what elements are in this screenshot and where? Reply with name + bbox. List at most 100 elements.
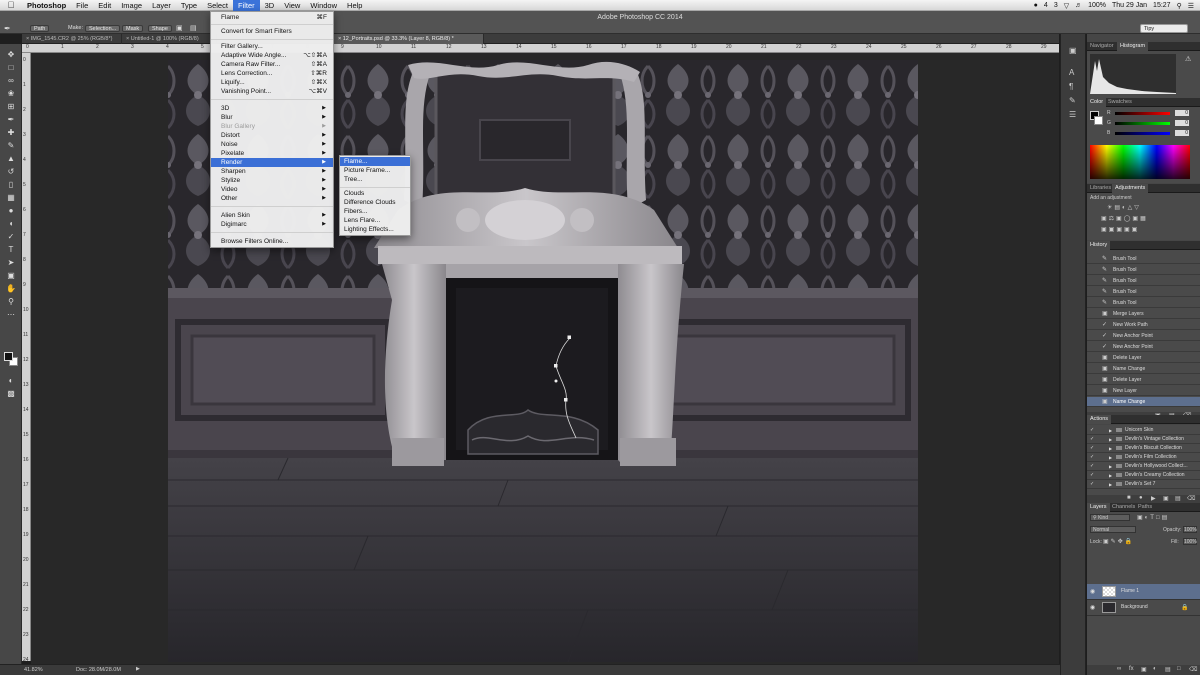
expand-icon[interactable]: ▶ — [1109, 426, 1112, 434]
render-item-lighting-effects[interactable]: Lighting Effects... — [340, 225, 410, 234]
tab-img-1545[interactable]: × IMG_1545.CR2 @ 25% (RGB/8*) — [22, 34, 122, 44]
filter-menu-item-render[interactable]: Render ▶ — [211, 158, 333, 167]
history-item[interactable]: ✓ New Anchor Point — [1087, 342, 1200, 352]
tab-untitled-1[interactable]: × Untitled-1 @ 100% (RGB/8) — [122, 34, 217, 44]
history-item[interactable]: ✎ Brush Tool — [1087, 298, 1200, 308]
hand-tool-icon[interactable]: ✋ — [4, 284, 18, 294]
render-item-fibers[interactable]: Fibers... — [340, 207, 410, 216]
history-item[interactable]: ▣ Merge Layers — [1087, 309, 1200, 319]
filter-menu-item-pixelate[interactable]: Pixelate ▶ — [211, 149, 333, 158]
filter-menu-item-video[interactable]: Video ▶ — [211, 185, 333, 194]
expand-icon[interactable]: ▶ — [1109, 462, 1112, 470]
layer-filter-select[interactable]: ⚲ Kind — [1090, 514, 1130, 521]
brush-presets-icon[interactable]: ☰ — [1069, 110, 1076, 119]
zoom-tool-icon[interactable]: ⚲ — [4, 297, 18, 307]
action-set[interactable]: ✓ ▶ Unicorn Skin — [1087, 426, 1200, 435]
fill-input[interactable]: 100% — [1183, 538, 1197, 545]
workspace-select[interactable]: Tipy — [1140, 24, 1188, 33]
action-set[interactable]: ✓ ▶ Devlin's Hollywood Collect... — [1087, 462, 1200, 471]
adjustment-icons-row-2[interactable]: ▣⚖▣◯▣▦ — [1101, 215, 1148, 222]
check-icon[interactable]: ✓ — [1090, 480, 1094, 488]
check-icon[interactable]: ✓ — [1090, 471, 1094, 479]
selection-button[interactable]: Selection... — [85, 25, 121, 32]
lock-icons[interactable]: ▣✎✥🔒 — [1103, 538, 1134, 545]
trash-icon[interactable]: ⌫ — [1189, 666, 1197, 673]
zoom-level[interactable]: 41.82% — [24, 667, 43, 673]
doc-size[interactable]: Doc: 28.0M/28.0M — [76, 667, 121, 673]
menu-app-name[interactable]: Photoshop — [22, 0, 71, 11]
new-layer-icon[interactable]: □ — [1177, 666, 1181, 672]
tab-layers[interactable]: Layers — [1087, 503, 1110, 512]
new-group-icon[interactable]: ▤ — [1165, 666, 1171, 673]
check-icon[interactable]: ✓ — [1090, 453, 1094, 461]
time[interactable]: 15:27 — [1153, 2, 1171, 9]
render-item-tree[interactable]: Tree... — [340, 175, 410, 184]
history-brush-icon[interactable]: ↺ — [4, 167, 18, 177]
color-spectrum[interactable] — [1090, 145, 1190, 179]
layer-row-background[interactable]: ◉ Background 🔒 — [1087, 600, 1200, 616]
dodge-tool-icon[interactable]: ◖ — [4, 219, 18, 229]
blur-tool-icon[interactable]: ● — [4, 206, 18, 216]
filter-menu-item-lens-correction[interactable]: Lens Correction... ⇧⌘R — [211, 69, 333, 78]
color-bg-swatch[interactable] — [1094, 116, 1103, 125]
screen-mode-icon[interactable]: ▩ — [4, 389, 18, 399]
expand-icon[interactable]: ▶ — [1109, 435, 1112, 443]
quick-selection-icon[interactable]: ❀ — [4, 89, 18, 99]
apple-icon[interactable]:  — [0, 0, 22, 10]
red-value[interactable]: 0 — [1175, 110, 1189, 116]
red-slider[interactable] — [1115, 112, 1170, 115]
history-item[interactable]: ▣ Delete Layer — [1087, 353, 1200, 363]
filter-menu-item-browse-online[interactable]: Browse Filters Online... — [211, 237, 333, 246]
history-item[interactable]: ✎ Brush Tool — [1087, 265, 1200, 275]
tab-histogram[interactable]: Histogram — [1117, 42, 1149, 51]
wifi-icon[interactable]: ▽ — [1064, 2, 1069, 10]
filter-menu-item-adaptive-wide-angle[interactable]: Adaptive Wide Angle... ⌥⇧⌘A — [211, 51, 333, 60]
mask-button[interactable]: Mask — [122, 25, 144, 32]
check-icon[interactable]: ✓ — [1090, 462, 1094, 470]
history-item-selected[interactable]: ▣ Name Change — [1087, 397, 1200, 407]
action-set[interactable]: ✓ ▶ Devlin's Creamy Collection — [1087, 471, 1200, 480]
paragraph-panel-icon[interactable]: ¶ — [1069, 82, 1073, 91]
warning-icon[interactable]: ⚠ — [1185, 55, 1191, 63]
menu-layer[interactable]: Layer — [147, 0, 176, 11]
layer-mask-icon[interactable]: ▣ — [1141, 666, 1147, 673]
layer-filter-icons[interactable]: ▣◐T□▤ — [1137, 514, 1169, 521]
path-operations-icon[interactable]: ▣ — [176, 24, 183, 32]
rectangle-tool-icon[interactable]: ▣ — [4, 271, 18, 281]
eraser-tool-icon[interactable]: ▯ — [4, 180, 18, 190]
brush-tool-icon[interactable]: ✎ — [4, 141, 18, 151]
filter-menu-item-distort[interactable]: Distort ▶ — [211, 131, 333, 140]
expand-icon[interactable]: ▶ — [1109, 480, 1112, 488]
menu-select[interactable]: Select — [202, 0, 233, 11]
history-item[interactable]: ▣ Delete Layer — [1087, 375, 1200, 385]
tab-paths[interactable]: Paths — [1135, 503, 1155, 512]
filter-menu-item-digimarc[interactable]: Digimarc ▶ — [211, 220, 333, 229]
filter-menu-item-camera-raw[interactable]: Camera Raw Filter... ⇧⌘A — [211, 60, 333, 69]
adjustment-layer-icon[interactable]: ◐ — [1153, 666, 1157, 672]
trash-icon[interactable]: ⌫ — [1187, 495, 1195, 502]
tab-12-portraits[interactable]: × 12_Portraits.psd @ 33.3% (Layer 8, RGB… — [334, 34, 484, 44]
stop-icon[interactable]: ■ — [1127, 495, 1131, 501]
blue-value[interactable]: 0 — [1175, 130, 1189, 136]
filter-menu-item-vanishing-point[interactable]: Vanishing Point... ⌥⌘V — [211, 87, 333, 96]
layer-name[interactable]: Flame 1 — [1121, 588, 1139, 594]
action-set[interactable]: ✓ ▶ Devlin's Biscuit Collection — [1087, 444, 1200, 453]
menu-filter[interactable]: Filter — [232, 0, 260, 11]
pen-tool-icon[interactable]: ✒ — [4, 24, 11, 33]
render-item-clouds[interactable]: Clouds — [340, 189, 410, 198]
new-set-icon[interactable]: ▣ — [1163, 495, 1169, 502]
green-slider[interactable] — [1115, 122, 1170, 125]
tab-history[interactable]: History — [1087, 241, 1111, 250]
record-icon[interactable]: ● — [1139, 495, 1143, 501]
action-set[interactable]: ✓ ▶ Devlin's Vintage Collection — [1087, 435, 1200, 444]
path-alignment-icon[interactable]: ▤ — [190, 24, 197, 32]
eyedropper-icon[interactable]: ✒ — [4, 115, 18, 125]
new-action-icon[interactable]: ▤ — [1175, 495, 1181, 502]
pen-tool-icon[interactable]: ✓ — [4, 232, 18, 242]
gradient-tool-icon[interactable]: ▦ — [4, 193, 18, 203]
green-value[interactable]: 0 — [1175, 120, 1189, 126]
history-panel-icon[interactable]: ▣ — [1069, 46, 1077, 55]
adjustment-icons-row-3[interactable]: ▣▣▣▣▣ — [1101, 226, 1139, 233]
blend-mode-select[interactable]: Normal — [1090, 526, 1136, 533]
layer-name[interactable]: Background — [1121, 604, 1148, 610]
